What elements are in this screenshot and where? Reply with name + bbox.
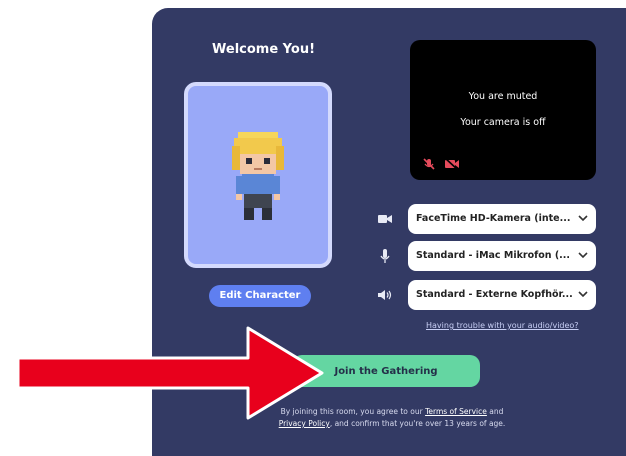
speaker-select-value: Standard - Externe Kopfhör... [416, 289, 573, 300]
camera-row: FaceTime HD-Kamera (inte... [377, 204, 597, 234]
chevron-down-icon [578, 215, 588, 222]
mic-muted-icon[interactable] [422, 157, 436, 171]
red-arrow-icon [16, 326, 324, 420]
camera-off-icon[interactable] [444, 157, 460, 171]
speaker-select[interactable]: Standard - Externe Kopfhör... [408, 280, 596, 310]
camera-select-value: FaceTime HD-Kamera (inte... [416, 213, 571, 224]
microphone-select[interactable]: Standard - iMac Mikrofon (... [408, 241, 596, 271]
camera-off-status-text: Your camera is off [460, 117, 546, 128]
chevron-down-icon [578, 252, 588, 259]
microphone-select-value: Standard - iMac Mikrofon (... [416, 250, 571, 261]
muted-status-text: You are muted [468, 91, 538, 102]
terms-of-service-link[interactable]: Terms of Service [425, 407, 487, 416]
video-camera-icon [378, 215, 392, 223]
avatar-card [184, 82, 332, 268]
edit-character-button[interactable]: Edit Character [209, 285, 311, 307]
chevron-down-icon [578, 291, 588, 298]
speaker-row: Standard - Externe Kopfhör... [377, 280, 597, 310]
camera-select[interactable]: FaceTime HD-Kamera (inte... [408, 204, 596, 234]
welcome-title: Welcome You! [212, 42, 316, 57]
microphone-row: Standard - iMac Mikrofon (... [377, 241, 597, 271]
video-preview: You are muted Your camera is off [410, 40, 596, 180]
legal-suffix: , and confirm that you're over 13 years … [329, 419, 506, 428]
character-avatar-icon [232, 132, 284, 220]
legal-and: and [489, 407, 504, 416]
av-trouble-link[interactable]: Having trouble with your audio/video? [426, 321, 579, 330]
microphone-icon [380, 249, 390, 263]
speaker-icon [378, 290, 392, 300]
